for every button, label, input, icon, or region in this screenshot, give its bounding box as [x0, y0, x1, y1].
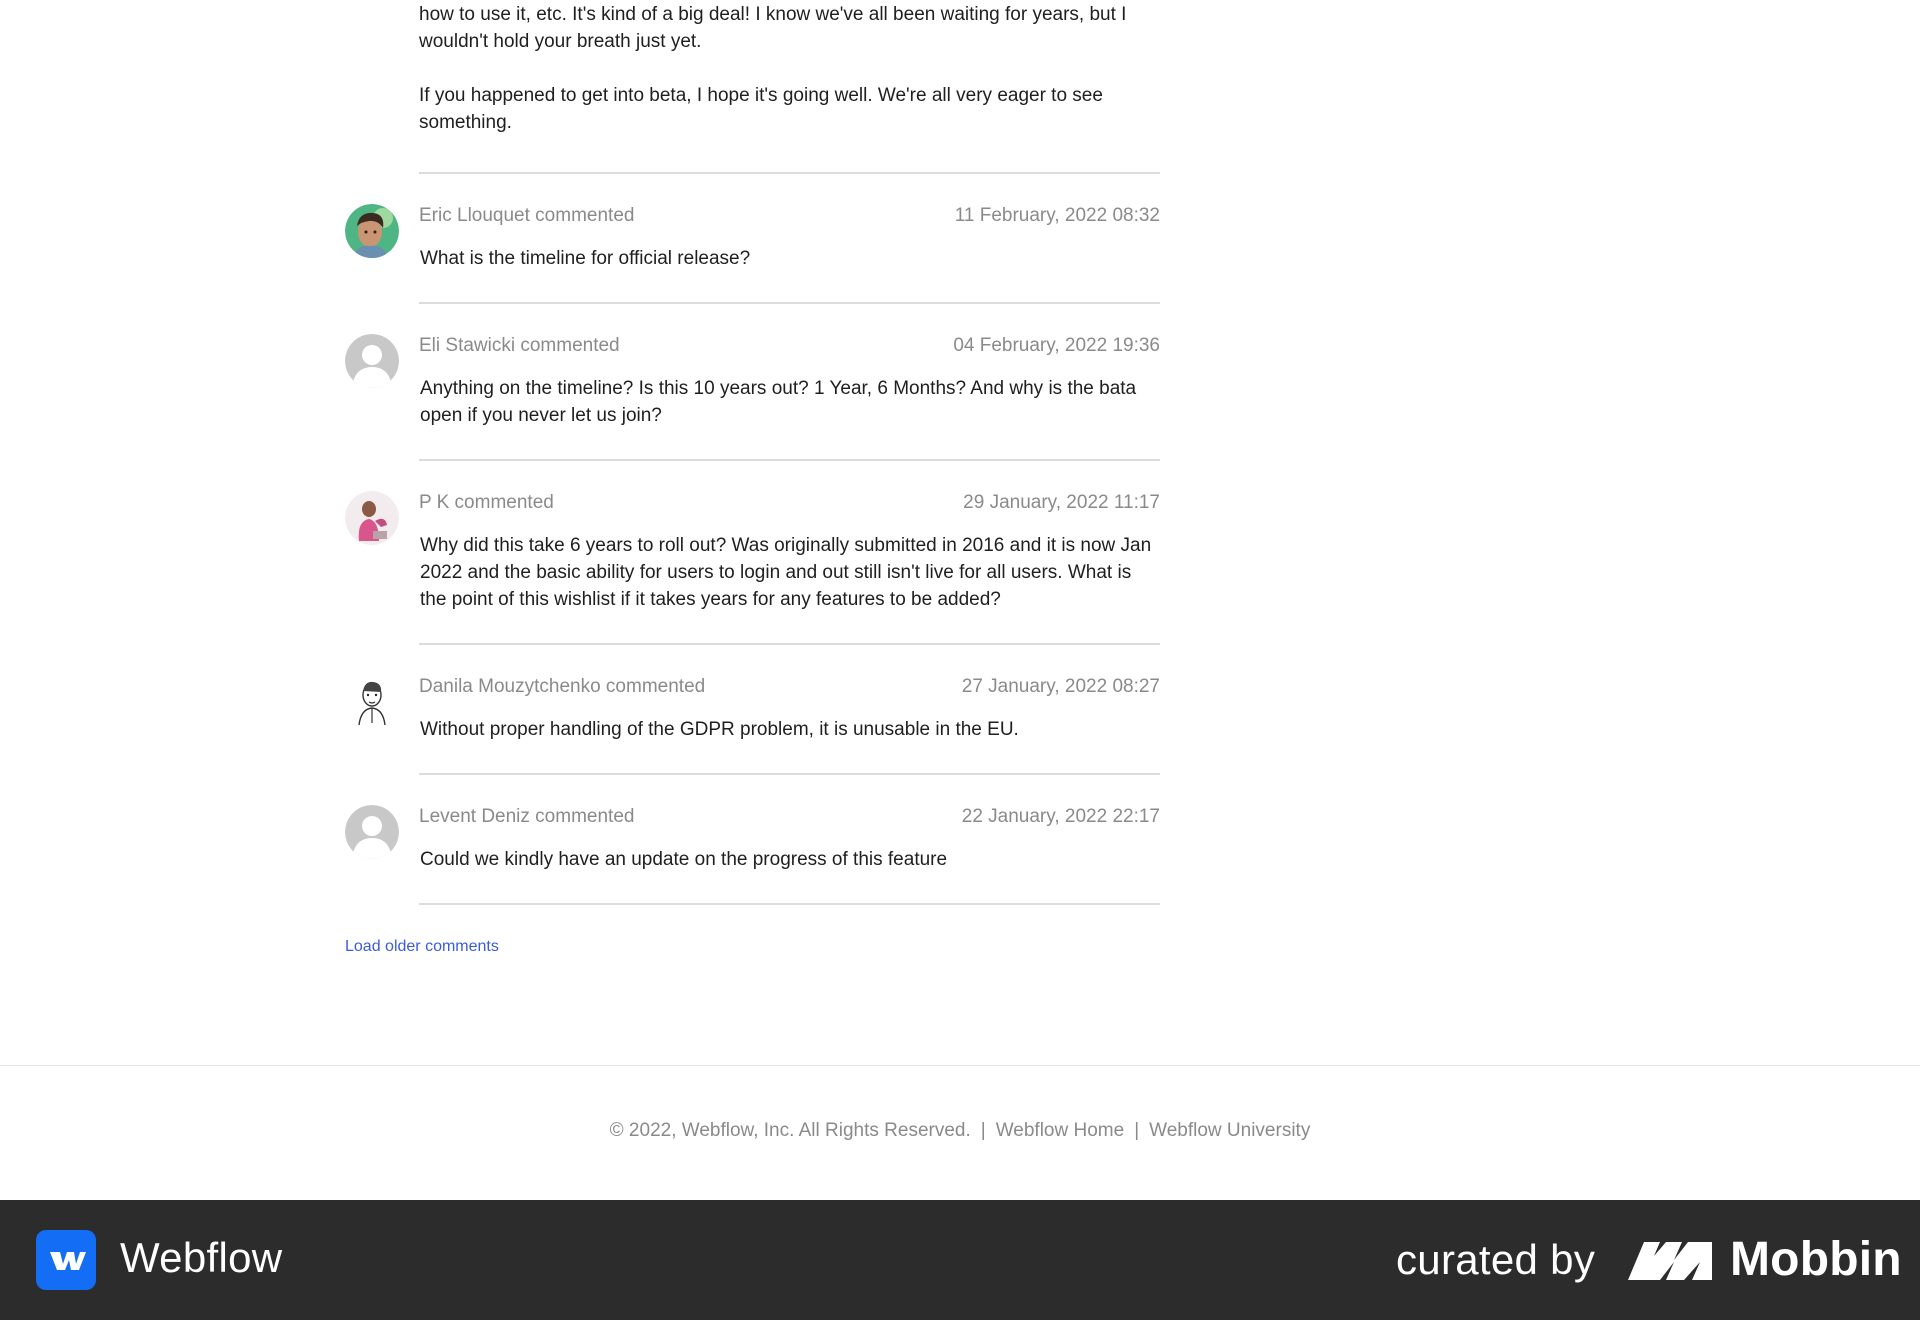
avatar[interactable]: [345, 805, 399, 859]
comment-item: Eric Llouquet commented 11 February, 202…: [345, 174, 1160, 302]
footer-divider: [0, 1065, 1920, 1066]
comment-date: 11 February, 2022 08:32: [954, 205, 1160, 226]
comment-text: Could we kindly have an update on the pr…: [420, 849, 948, 870]
comment-author[interactable]: Levent Deniz commented: [419, 805, 634, 829]
comment-meta: Eli Stawicki commented 04 February, 2022…: [419, 334, 1160, 358]
comment-text: Why did this take 6 years to roll out? W…: [420, 535, 1152, 610]
post-paragraph: how to use it, etc. It's kind of a big d…: [419, 4, 1127, 52]
footer-separator: |: [1134, 1120, 1140, 1141]
post-paragraph: If you happened to get into beta, I hope…: [419, 85, 1103, 133]
footer-separator: |: [980, 1120, 986, 1141]
curated-by-label: curated by: [1396, 1236, 1596, 1283]
webflow-home-link[interactable]: Webflow Home: [996, 1120, 1124, 1141]
divider: [419, 903, 1160, 905]
comment-text: Without proper handling of the GDPR prob…: [420, 719, 1019, 740]
webflow-logo-icon: [36, 1230, 96, 1290]
mobbin-logo-icon: [1626, 1238, 1714, 1282]
avatar[interactable]: [345, 491, 399, 545]
comment-date: 29 January, 2022 11:17: [963, 492, 1160, 513]
footer: © 2022, Webflow, Inc. All Rights Reserve…: [0, 1120, 1920, 1142]
comment-meta: P K commented 29 January, 2022 11:17: [419, 491, 1160, 515]
comment-text: What is the timeline for official releas…: [420, 248, 751, 269]
avatar[interactable]: [345, 334, 399, 388]
comment-text: Anything on the timeline? Is this 10 yea…: [420, 378, 1137, 426]
comment-meta: Levent Deniz commented 22 January, 2022 …: [419, 805, 1160, 829]
comment-date: 04 February, 2022 19:36: [953, 335, 1160, 356]
load-older-comments-link[interactable]: Load older comments: [345, 938, 499, 956]
comment-author[interactable]: Eric Llouquet commented: [419, 204, 634, 228]
comment-author[interactable]: P K commented: [419, 491, 554, 515]
avatar[interactable]: [345, 204, 399, 258]
webflow-wordmark: Webflow: [120, 1234, 283, 1281]
comment-item: Danila Mouzytchenko commented 27 January…: [345, 645, 1160, 773]
mobbin-wordmark: Mobbin: [1730, 1233, 1902, 1286]
comment-item: Levent Deniz commented 22 January, 2022 …: [345, 775, 1160, 903]
page: how to use it, etc. It's kind of a big d…: [0, 0, 1920, 1320]
comment-meta: Danila Mouzytchenko commented 27 January…: [419, 675, 1160, 699]
comment-meta: Eric Llouquet commented 11 February, 202…: [419, 204, 1160, 228]
comment-item: P K commented 29 January, 2022 11:17 Why…: [345, 461, 1160, 643]
comments-section: how to use it, etc. It's kind of a big d…: [345, 0, 1160, 956]
comment-author[interactable]: Eli Stawicki commented: [419, 334, 620, 358]
comment-date: 22 January, 2022 22:17: [961, 806, 1160, 827]
comment-date: 27 January, 2022 08:27: [961, 676, 1160, 697]
copyright-text: © 2022, Webflow, Inc. All Rights Reserve…: [609, 1120, 971, 1141]
branding-bar: Webflow curated by Mobbin: [0, 1200, 1920, 1320]
comment-author[interactable]: Danila Mouzytchenko commented: [419, 675, 705, 699]
avatar[interactable]: [345, 675, 399, 729]
webflow-university-link[interactable]: Webflow University: [1149, 1120, 1310, 1141]
post-body: how to use it, etc. It's kind of a big d…: [419, 1, 1160, 136]
comment-item: Eli Stawicki commented 04 February, 2022…: [345, 304, 1160, 459]
